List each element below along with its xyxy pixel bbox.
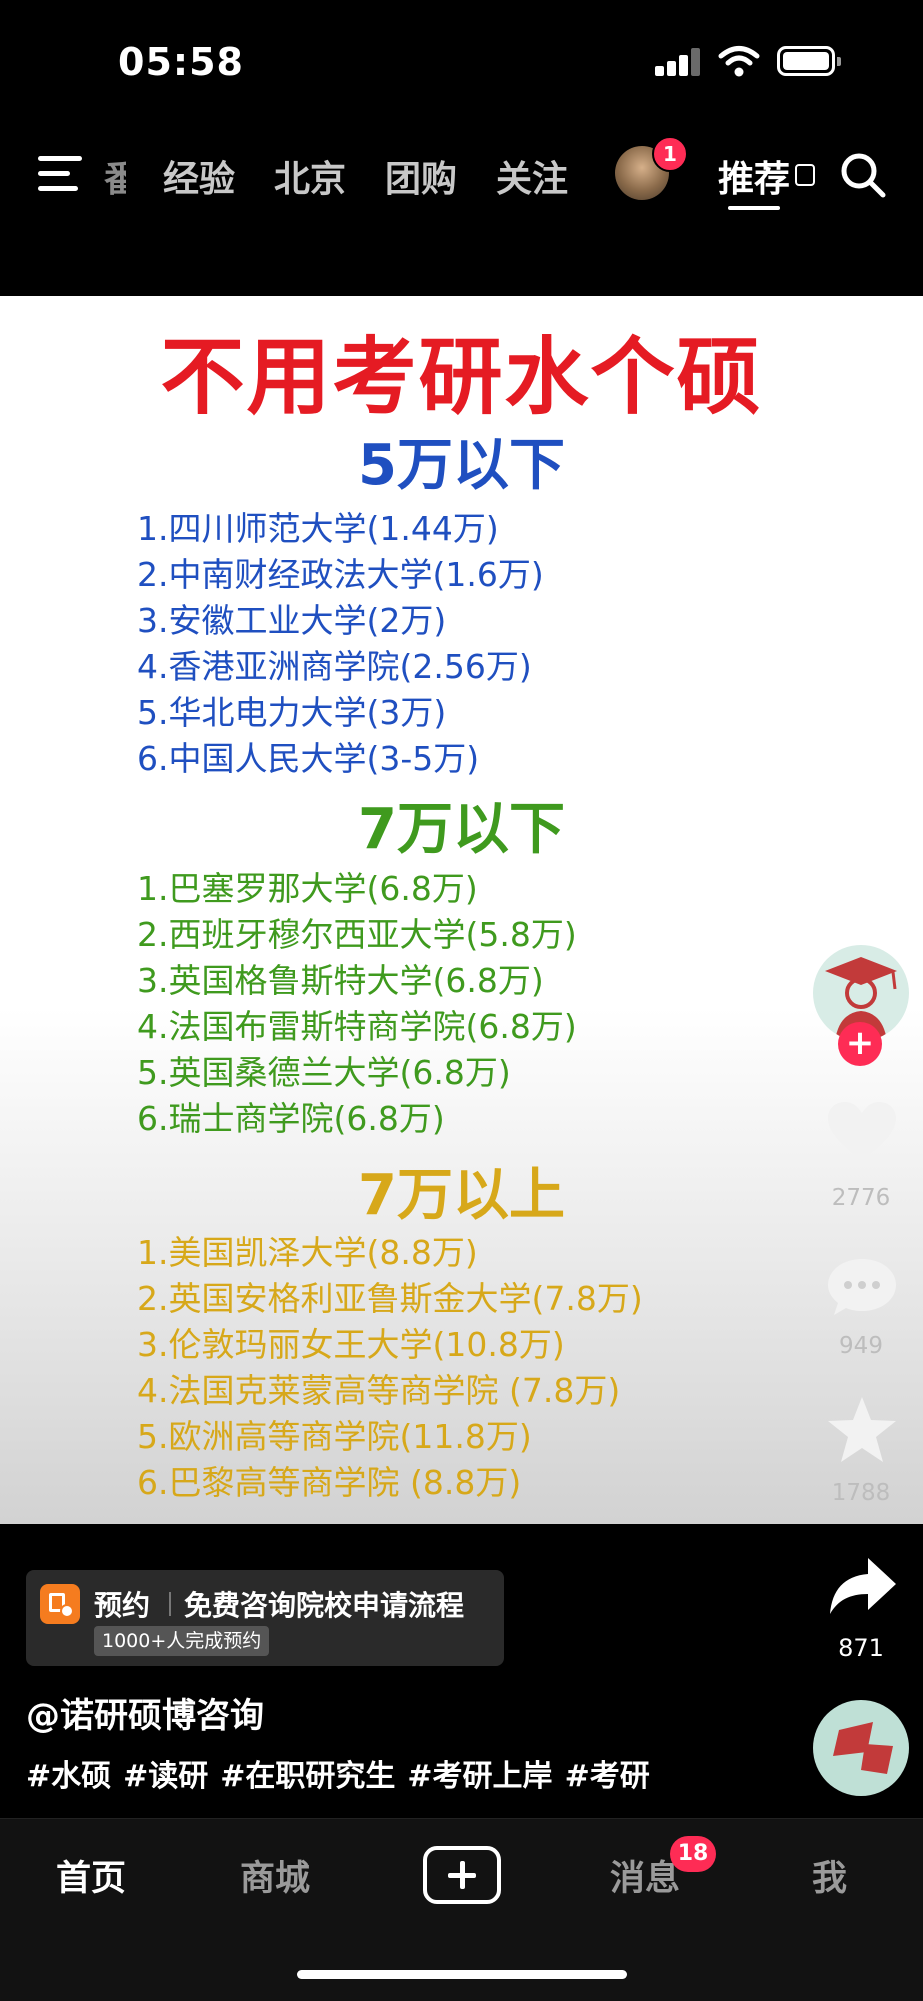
hashtag[interactable]: #在职研究生: [220, 1751, 395, 1795]
section-heading-under-5w: 5万以下: [358, 433, 565, 498]
tab-experience[interactable]: 经验: [163, 150, 235, 202]
booking-label: 预约: [94, 1589, 151, 1622]
hashtag[interactable]: #水硕: [26, 1751, 111, 1795]
recommend-tab-icon: [795, 164, 815, 186]
booking-title: 免费咨询院校申请流程: [184, 1589, 465, 1622]
messages-badge: 18: [670, 1836, 716, 1872]
hashtag-row: #水硕 #读研 #在职研究生 #考研上岸 #考研: [26, 1751, 650, 1795]
calendar-icon: [40, 1584, 80, 1624]
post-headline: 不用考研水个硕: [160, 328, 763, 426]
heart-icon[interactable]: [826, 1100, 898, 1164]
menu-icon[interactable]: [38, 156, 84, 192]
cellular-signal-icon: [655, 48, 701, 76]
comment-icon[interactable]: [826, 1255, 898, 1319]
booking-banner[interactable]: 预约 免费咨询院校申请流程 1000+人完成预约: [26, 1570, 504, 1666]
share-count: 871: [838, 1634, 884, 1662]
star-icon[interactable]: [826, 1395, 898, 1465]
list-item: 5.欧洲高等商学院(11.8万): [137, 1417, 532, 1456]
list-item: 1.四川师范大学(1.44万): [137, 509, 499, 548]
list-item: 2.英国安格利亚鲁斯金大学(7.8万): [137, 1279, 643, 1318]
active-tab-underline: [728, 206, 780, 210]
hashtag[interactable]: #读研: [123, 1751, 208, 1795]
author-name[interactable]: @诺研硕博咨询: [26, 1688, 264, 1737]
booking-divider: [169, 1592, 171, 1616]
section-heading-under-7w: 7万以下: [358, 797, 565, 862]
home-indicator: [297, 1970, 627, 1979]
list-item: 5.英国桑德兰大学(6.8万): [137, 1053, 511, 1092]
section-heading-over-7w: 7万以上: [358, 1163, 565, 1228]
tab-beijing[interactable]: 北京: [274, 150, 346, 202]
music-disc-icon: [833, 1722, 893, 1774]
search-icon[interactable]: [838, 150, 888, 200]
tab-group-buy[interactable]: 团购: [385, 150, 457, 202]
list-item: 3.安徽工业大学(2万): [137, 601, 447, 640]
hashtag[interactable]: #考研: [565, 1751, 650, 1795]
list-item: 1.美国凯泽大学(8.8万): [137, 1233, 478, 1272]
booking-sub: 1000+人完成预约: [94, 1626, 270, 1656]
tab-me[interactable]: 我: [812, 1850, 847, 1901]
list-item: 4.法国布雷斯特商学院(6.8万): [137, 1007, 577, 1046]
list-item: 3.英国格鲁斯特大学(6.8万): [137, 961, 544, 1000]
list-item: 4.法国克莱蒙高等商学院 (7.8万): [137, 1371, 621, 1410]
list-item: 1.巴塞罗那大学(6.8万): [137, 869, 478, 908]
list-item: 6.中国人民大学(3-5万): [137, 739, 480, 778]
favorite-count: 1788: [831, 1480, 891, 1506]
tab-mall[interactable]: 商城: [240, 1850, 310, 1901]
create-button[interactable]: [423, 1846, 501, 1904]
tab-following[interactable]: 关注: [496, 150, 568, 202]
tab-recommend[interactable]: 推荐: [718, 150, 790, 202]
tab-home[interactable]: 首页: [56, 1850, 126, 1901]
music-disc[interactable]: [813, 1700, 909, 1796]
avatar-badge: 1: [652, 136, 688, 172]
list-item: 6.巴黎高等商学院 (8.8万): [137, 1463, 522, 1502]
comment-count: 949: [839, 1333, 883, 1359]
list-item: 4.香港亚洲商学院(2.56万): [137, 647, 532, 686]
tab-partial[interactable]: 番: [104, 150, 126, 202]
status-time: 05:58: [118, 40, 244, 84]
share-icon[interactable]: [828, 1556, 898, 1616]
list-item: 3.伦敦玛丽女王大学(10.8万): [137, 1325, 565, 1364]
list-item: 5.华北电力大学(3万): [137, 693, 447, 732]
follow-plus-button[interactable]: +: [838, 1022, 882, 1066]
battery-icon: [777, 46, 841, 76]
list-item: 2.中南财经政法大学(1.6万): [137, 555, 544, 594]
list-item: 2.西班牙穆尔西亚大学(5.8万): [137, 915, 577, 954]
hashtag[interactable]: #考研上岸: [407, 1751, 552, 1795]
wifi-icon: [718, 46, 760, 77]
list-item: 6.瑞士商学院(6.8万): [137, 1099, 445, 1138]
like-count: 2776: [831, 1185, 891, 1211]
